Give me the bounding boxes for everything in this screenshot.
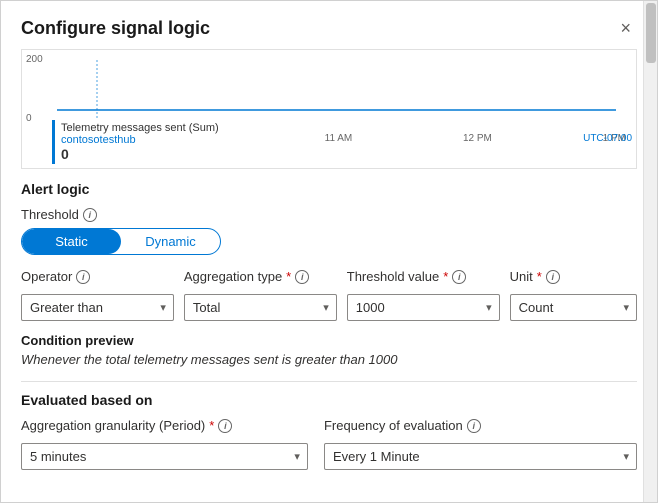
- chart-area: 200 0 9 AM 10 AM 11 AM 12 PM 1 PM UTC-07…: [21, 49, 637, 169]
- evaluated-form-row: Aggregation granularity (Period) * i 1 m…: [21, 418, 637, 470]
- chart-hub-label: contosotesthub: [61, 134, 219, 146]
- agg-type-info-icon[interactable]: i: [295, 270, 309, 284]
- scrollbar-thumb: [646, 3, 656, 63]
- unit-required: *: [537, 269, 542, 284]
- chart-value: 0: [61, 146, 219, 162]
- freq-label: Frequency of evaluation i: [324, 418, 637, 433]
- chart-series-label: Telemetry messages sent (Sum): [61, 122, 219, 134]
- freq-select[interactable]: Every 1 Minute Every 5 Minutes Every 15 …: [324, 443, 637, 470]
- threshold-val-wrapper: 1000 ▾: [347, 294, 500, 321]
- agg-type-select[interactable]: Total Average Minimum Maximum Count: [184, 294, 337, 321]
- x-label-11am: 11 AM: [325, 133, 353, 144]
- chart-tooltip: Telemetry messages sent (Sum) contosotes…: [52, 120, 225, 164]
- threshold-val-required: *: [443, 269, 448, 284]
- agg-gran-group: Aggregation granularity (Period) * i 1 m…: [21, 418, 308, 470]
- threshold-info-icon[interactable]: i: [83, 208, 97, 222]
- y-label-0: 0: [26, 113, 43, 124]
- y-label-200: 200: [26, 54, 43, 65]
- freq-info-icon[interactable]: i: [467, 419, 481, 433]
- dialog-title: Configure signal logic: [21, 18, 210, 39]
- condition-preview-text: Whenever the total telemetry messages se…: [21, 352, 637, 367]
- static-toggle-button[interactable]: Static: [22, 229, 121, 254]
- chart-utc-label: UTC-07:00: [583, 133, 632, 144]
- unit-select-wrapper: Count Bytes Milliseconds ▾: [510, 294, 637, 321]
- aggregation-type-group: Aggregation type * i Total Average Minim…: [184, 269, 337, 321]
- operator-group: Operator i Greater than Less than Greate…: [21, 269, 174, 321]
- threshold-val-label: Threshold value * i: [347, 269, 500, 284]
- freq-select-wrapper: Every 1 Minute Every 5 Minutes Every 15 …: [324, 443, 637, 470]
- operator-label: Operator i: [21, 269, 174, 284]
- agg-type-required: *: [286, 269, 291, 284]
- dynamic-toggle-button[interactable]: Dynamic: [121, 229, 220, 254]
- agg-gran-select-wrapper: 1 minute 5 minutes 15 minutes 30 minutes…: [21, 443, 308, 470]
- unit-label: Unit * i: [510, 269, 637, 284]
- unit-info-icon[interactable]: i: [546, 270, 560, 284]
- agg-gran-required: *: [209, 418, 214, 433]
- threshold-value-select[interactable]: 1000: [347, 294, 500, 321]
- agg-gran-info-icon[interactable]: i: [218, 419, 232, 433]
- operator-select-wrapper: Greater than Less than Greater than or e…: [21, 294, 174, 321]
- scrollbar[interactable]: [643, 1, 657, 502]
- agg-type-label: Aggregation type * i: [184, 269, 337, 284]
- chart-y-labels: 200 0: [26, 54, 43, 124]
- section-divider: [21, 381, 637, 382]
- chart-svg: [57, 60, 616, 125]
- evaluated-section-title: Evaluated based on: [21, 392, 637, 408]
- chart-tooltip-box: Telemetry messages sent (Sum) contosotes…: [52, 120, 225, 164]
- alert-logic-title: Alert logic: [21, 181, 637, 197]
- close-button[interactable]: ×: [614, 17, 637, 39]
- agg-gran-select[interactable]: 1 minute 5 minutes 15 minutes 30 minutes…: [21, 443, 308, 470]
- operator-info-icon[interactable]: i: [76, 270, 90, 284]
- condition-preview: Condition preview Whenever the total tel…: [21, 333, 637, 367]
- freq-group: Frequency of evaluation i Every 1 Minute…: [324, 418, 637, 470]
- condition-preview-title: Condition preview: [21, 333, 637, 348]
- configure-signal-logic-dialog: Configure signal logic × 200 0 9 AM 10 A…: [0, 0, 658, 503]
- threshold-value-group: Threshold value * i 1000 ▾: [347, 269, 500, 321]
- x-label-12pm: 12 PM: [463, 133, 492, 144]
- alert-logic-form-row: Operator i Greater than Less than Greate…: [21, 269, 637, 321]
- operator-select[interactable]: Greater than Less than Greater than or e…: [21, 294, 174, 321]
- threshold-toggle: Static Dynamic: [21, 228, 221, 255]
- agg-gran-label: Aggregation granularity (Period) * i: [21, 418, 308, 433]
- unit-select[interactable]: Count Bytes Milliseconds: [510, 294, 637, 321]
- dialog-body: Alert logic Threshold i Static Dynamic O…: [1, 169, 657, 502]
- dialog-header: Configure signal logic ×: [1, 1, 657, 49]
- unit-group: Unit * i Count Bytes Milliseconds ▾: [510, 269, 637, 321]
- threshold-label: Threshold i: [21, 207, 637, 222]
- threshold-val-info-icon[interactable]: i: [452, 270, 466, 284]
- agg-type-select-wrapper: Total Average Minimum Maximum Count ▾: [184, 294, 337, 321]
